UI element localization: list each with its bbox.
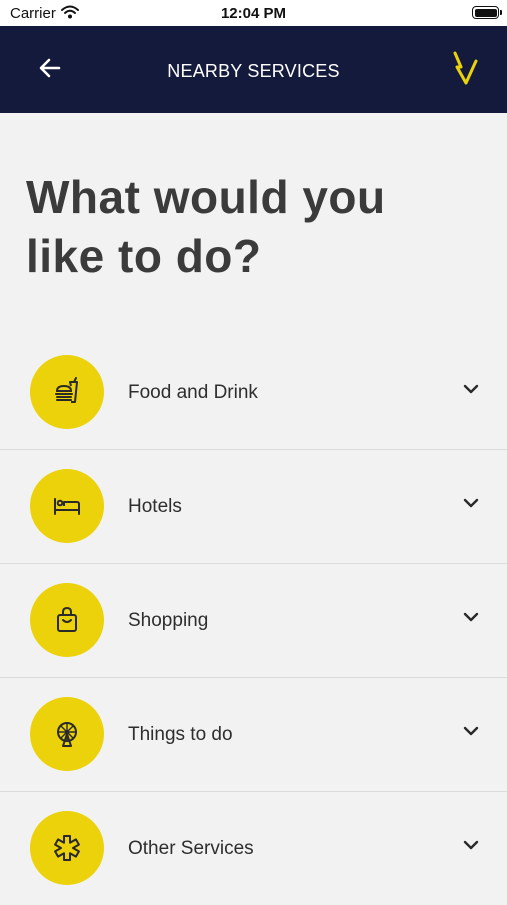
chevron-down-icon[interactable] [463, 839, 479, 851]
category-things-to-do[interactable]: Things to do [0, 678, 507, 792]
chevron-down-icon[interactable] [463, 725, 479, 737]
status-bar: Carrier 12:04 PM [0, 0, 507, 26]
food-icon [30, 355, 104, 429]
clock: 12:04 PM [220, 5, 287, 22]
page-title: NEARBY SERVICES [167, 61, 340, 81]
asterisk-icon [30, 811, 104, 885]
category-food-and-drink[interactable]: Food and Drink [0, 336, 507, 450]
bed-icon [30, 469, 104, 543]
ferris-wheel-icon [30, 697, 104, 771]
category-label: Other Services [128, 838, 254, 859]
category-list: Food and Drink Hotels Shopping Things to… [0, 336, 507, 905]
category-label: Food and Drink [128, 382, 258, 403]
bag-icon [30, 583, 104, 657]
category-label: Things to do [128, 724, 233, 745]
category-other-services[interactable]: Other Services [0, 792, 507, 905]
category-shopping[interactable]: Shopping [0, 564, 507, 678]
brand-logo-icon [453, 51, 478, 85]
chevron-down-icon[interactable] [463, 611, 479, 623]
chevron-down-icon[interactable] [463, 383, 479, 395]
main-heading: What would you like to do? [26, 171, 386, 282]
chevron-down-icon[interactable] [463, 497, 479, 509]
category-label: Hotels [128, 496, 182, 517]
battery-icon [472, 6, 502, 19]
category-hotels[interactable]: Hotels [0, 450, 507, 564]
navigation-bar: NEARBY SERVICES [0, 26, 507, 113]
category-label: Shopping [128, 610, 209, 631]
